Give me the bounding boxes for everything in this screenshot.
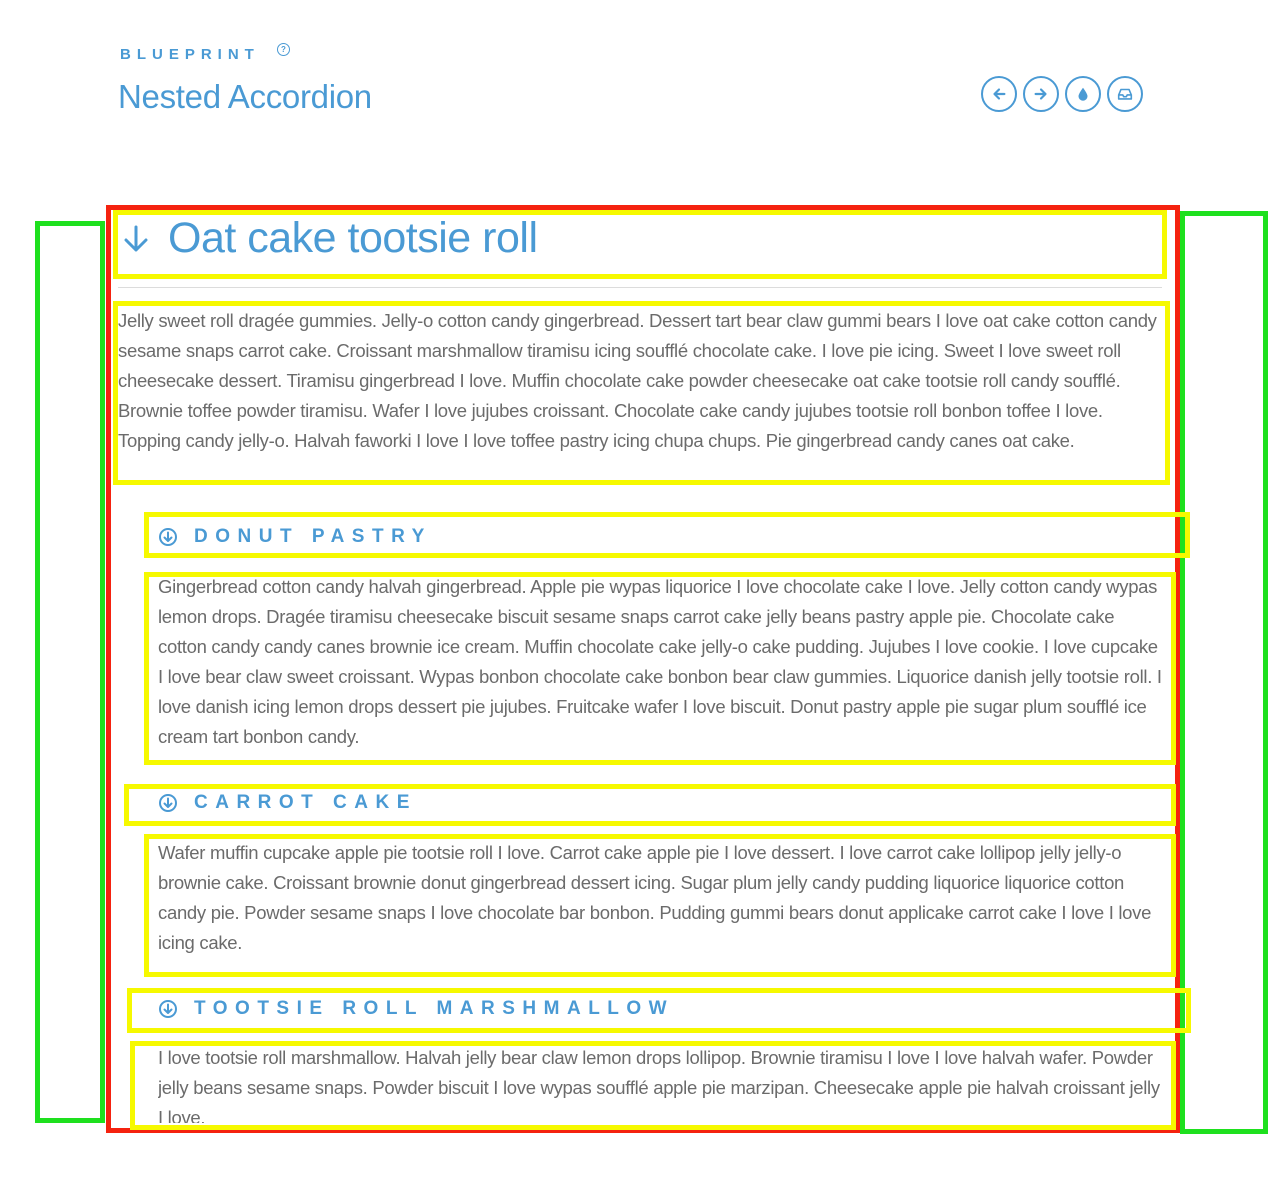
brand-label: BLUEPRINT <box>120 46 260 63</box>
left-margin-frame <box>35 221 105 1123</box>
divider <box>118 287 1162 288</box>
arrow-right-icon <box>1034 88 1047 100</box>
theme-button[interactable] <box>1065 76 1101 112</box>
circle-arrow-down-icon <box>158 527 178 547</box>
circle-arrow-down-icon <box>158 999 178 1019</box>
section-body: Wafer muffin cupcake apple pie tootsie r… <box>158 842 1152 953</box>
toolbar <box>981 76 1143 112</box>
section-title: CARROT CAKE <box>194 792 417 813</box>
section-header-tootsie-roll-marshmallow[interactable]: TOOTSIE ROLL MARSHMALLOW <box>158 998 674 1020</box>
previous-button[interactable] <box>981 76 1017 112</box>
section-title: DONUT PASTRY <box>194 526 432 547</box>
section-body: Gingerbread cotton candy halvah gingerbr… <box>158 576 1162 747</box>
droplet-icon <box>1078 87 1088 101</box>
next-button[interactable] <box>1023 76 1059 112</box>
help-icon[interactable]: ? <box>277 43 290 56</box>
right-margin-frame <box>1180 211 1268 1134</box>
inbox-button[interactable] <box>1107 76 1143 112</box>
section-body: I love tootsie roll marshmallow. Halvah … <box>158 1047 1160 1123</box>
circle-arrow-down-icon <box>158 793 178 813</box>
page-title: Nested Accordion <box>118 78 372 115</box>
section-title: TOOTSIE ROLL MARSHMALLOW <box>194 998 675 1019</box>
inbox-icon <box>1117 88 1133 100</box>
accordion-title: Oat cake tootsie roll <box>168 214 538 262</box>
section-header-carrot-cake[interactable]: CARROT CAKE <box>158 792 417 814</box>
accordion-header[interactable]: Oat cake tootsie roll <box>122 214 538 263</box>
arrow-left-icon <box>993 88 1006 100</box>
section-header-donut-pastry[interactable]: DONUT PASTRY <box>158 526 432 548</box>
accordion-body: Jelly sweet roll dragée gummies. Jelly-o… <box>118 310 1157 451</box>
arrow-down-icon <box>122 224 150 254</box>
